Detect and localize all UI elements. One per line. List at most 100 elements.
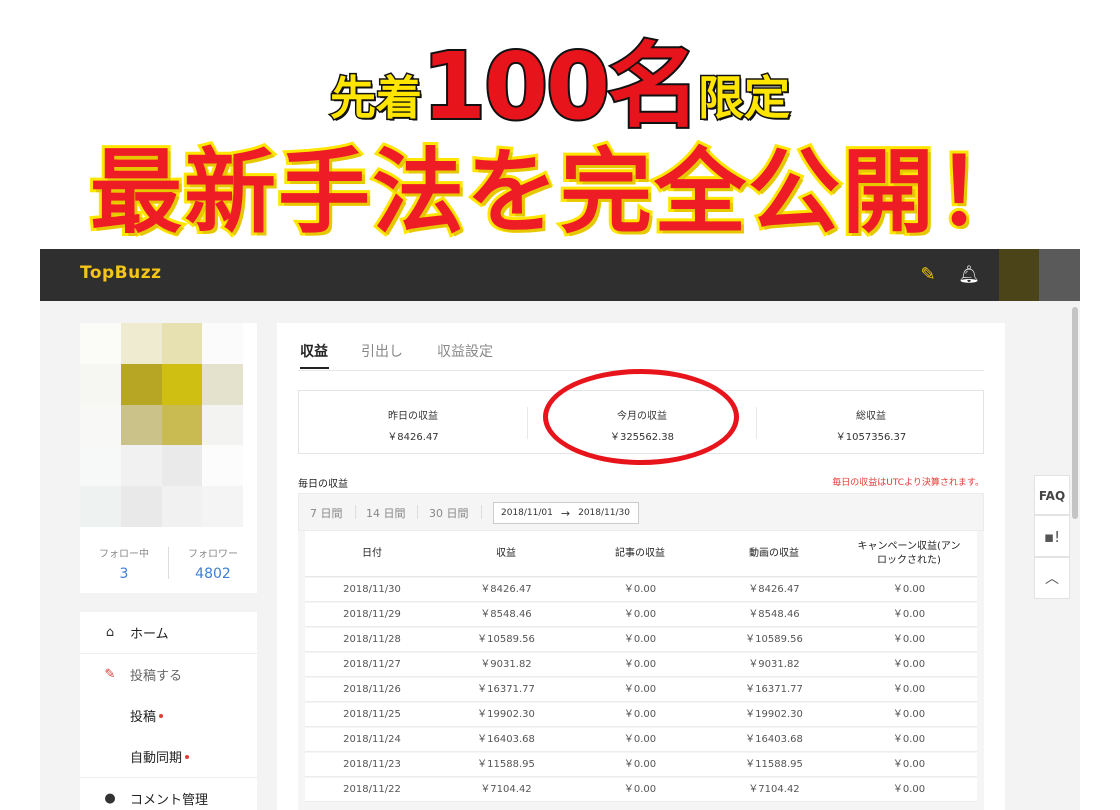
table-row: 2018/11/26 ￥16371.77 ￥0.00 ￥16371.77 ￥0.00 — [305, 678, 977, 702]
tab-revenue-settings[interactable]: 収益設定 — [437, 341, 493, 361]
col-campaign-revenue: キャンペーン収益(アンロックされた) — [857, 541, 961, 566]
table-row: 2018/11/27 ￥9031.82 ￥0.00 ￥9031.82 ￥0.00 — [305, 653, 977, 677]
highlight-circle — [543, 369, 739, 465]
cell-video-revenue: ￥16403.68 — [745, 734, 803, 745]
cell-video-revenue: ￥19902.30 — [745, 709, 803, 720]
cell-campaign-revenue: ￥0.00 — [892, 609, 926, 620]
cell-revenue: ￥7104.42 — [480, 784, 532, 795]
cell-video-revenue: ￥8548.46 — [748, 609, 800, 620]
cell-campaign-revenue: ￥0.00 — [892, 684, 926, 695]
side-navigation: ⌂ ホーム ✎ 投稿する 投稿 自動同期 ● コメント管理 — [80, 612, 257, 810]
nav-item-home[interactable]: ⌂ ホーム — [80, 612, 257, 653]
cell-campaign-revenue: ￥0.00 — [892, 734, 926, 745]
following-label: フォロー中 — [99, 549, 149, 560]
filter-divider — [417, 505, 418, 519]
nav-post-label: 投稿する — [130, 669, 183, 684]
feedback-icon[interactable]: ▪︎! — [1034, 515, 1070, 557]
cell-date: 2018/11/27 — [343, 659, 401, 670]
table-row: 2018/11/29 ￥8548.46 ￥0.00 ￥8548.46 ￥0.00 — [305, 603, 977, 627]
cell-revenue: ￥11588.95 — [477, 759, 535, 770]
cell-campaign-revenue: ￥0.00 — [892, 659, 926, 670]
filter-30-days[interactable]: 30 日間 — [429, 505, 469, 521]
col-revenue: 収益 — [496, 548, 516, 559]
pencil-icon: ✎ — [104, 667, 116, 682]
daily-revenue-table: 日付 収益 記事の収益 動画の収益 キャンペーン収益(アンロックされた) 201… — [298, 531, 984, 810]
followers-stat[interactable]: フォロワー 4802 — [169, 545, 257, 582]
cell-video-revenue: ￥11588.95 — [745, 759, 803, 770]
col-article-revenue: 記事の収益 — [615, 548, 665, 559]
nav-item-comments[interactable]: ● コメント管理 — [80, 778, 257, 810]
profile-card: フォロー中 3 フォロワー 4802 — [80, 323, 257, 593]
cell-date: 2018/11/22 — [343, 784, 401, 795]
daily-revenue-title: 毎日の収益 — [298, 479, 348, 490]
cell-article-revenue: ￥0.00 — [623, 684, 657, 695]
avatar[interactable] — [999, 249, 1039, 301]
filter-7-days[interactable]: 7 日間 — [310, 505, 343, 521]
cell-campaign-revenue: ￥0.00 — [892, 784, 926, 795]
filter-divider — [355, 505, 356, 519]
nav-item-posts[interactable]: 投稿 — [80, 695, 257, 736]
total-value: ￥1057356.37 — [835, 432, 907, 443]
filter-divider — [481, 505, 482, 519]
cell-article-revenue: ￥0.00 — [623, 584, 657, 595]
table-row: 2018/11/24 ￥16403.68 ￥0.00 ￥16403.68 ￥0.00 — [305, 728, 977, 752]
cell-video-revenue: ￥9031.82 — [748, 659, 800, 670]
cell-campaign-revenue: ￥0.00 — [892, 584, 926, 595]
revenue-panel: 収益 引出し 収益設定 昨日の収益 ￥8426.47 今月の収益 ￥325562… — [277, 323, 1005, 810]
yesterday-value: ￥8426.47 — [387, 432, 439, 443]
cell-article-revenue: ￥0.00 — [623, 784, 657, 795]
comment-icon: ● — [104, 791, 116, 806]
filter-14-days[interactable]: 14 日間 — [366, 505, 406, 521]
cell-campaign-revenue: ￥0.00 — [892, 634, 926, 645]
cell-campaign-revenue: ￥0.00 — [892, 759, 926, 770]
cell-revenue: ￥19902.30 — [477, 709, 535, 720]
cell-article-revenue: ￥0.00 — [623, 734, 657, 745]
promo-headline-2: 最新手法を完全公開！ — [87, 136, 1031, 249]
cell-date: 2018/11/29 — [343, 609, 401, 620]
active-tab-indicator — [300, 367, 329, 369]
cell-campaign-revenue: ￥0.00 — [892, 709, 926, 720]
cell-article-revenue: ￥0.00 — [623, 709, 657, 720]
cell-video-revenue: ￥10589.56 — [745, 634, 803, 645]
col-video-revenue: 動画の収益 — [749, 548, 799, 559]
nav-item-post[interactable]: ✎ 投稿する — [80, 654, 257, 695]
scrollbar-thumb[interactable] — [1072, 307, 1078, 519]
total-label: 総収益 — [856, 411, 886, 422]
date-from: 2018/11/01 — [501, 508, 553, 518]
promo-banner: 先着100名限定 最新手法を完全公開！ — [0, 0, 1120, 249]
cell-article-revenue: ￥0.00 — [623, 609, 657, 620]
avatar-edge — [1039, 249, 1080, 301]
following-stat[interactable]: フォロー中 3 — [80, 545, 168, 582]
cell-video-revenue: ￥8426.47 — [748, 584, 800, 595]
cell-revenue: ￥8548.46 — [480, 609, 532, 620]
tab-withdraw[interactable]: 引出し — [361, 341, 403, 361]
cell-date: 2018/11/24 — [343, 734, 401, 745]
utc-settlement-note: 毎日の収益はUTCより決算されます。 — [832, 478, 984, 488]
table-row: 2018/11/25 ￥19902.30 ￥0.00 ￥19902.30 ￥0.00 — [305, 703, 977, 727]
nav-item-auto-sync[interactable]: 自動同期 — [80, 736, 257, 777]
cell-video-revenue: ￥7104.42 — [748, 784, 800, 795]
top-navigation-bar: TopBuzz ✎ 🔔︎ — [40, 249, 1080, 301]
col-date: 日付 — [362, 548, 382, 559]
date-range-picker[interactable]: 2018/11/01 → 2018/11/30 — [493, 502, 639, 524]
cell-revenue: ￥8426.47 — [480, 584, 532, 595]
nav-comments-label: コメント管理 — [130, 793, 209, 808]
cell-date: 2018/11/23 — [343, 759, 401, 770]
nav-auto-sync-label: 自動同期 — [130, 751, 183, 766]
cell-video-revenue: ￥16371.77 — [745, 684, 803, 695]
pencil-icon[interactable]: ✎ — [916, 263, 940, 287]
promo-suffix: 限定 — [697, 70, 792, 127]
table-header: 日付 収益 記事の収益 動画の収益 キャンペーン収益(アンロックされた) — [305, 531, 977, 577]
chevron-up-icon[interactable]: ︿ — [1034, 557, 1070, 599]
followers-count[interactable]: 4802 — [169, 566, 257, 582]
date-filter-bar: 7 日間 14 日間 30 日間 2018/11/01 → 2018/11/30 — [298, 493, 984, 531]
page-scrollbar[interactable] — [1071, 301, 1080, 810]
cell-date: 2018/11/28 — [343, 634, 401, 645]
following-count[interactable]: 3 — [80, 566, 168, 582]
summary-total: 総収益 ￥1057356.37 — [757, 407, 985, 443]
cell-revenue: ￥16371.77 — [477, 684, 535, 695]
tab-revenue[interactable]: 収益 — [300, 341, 328, 361]
bell-icon[interactable]: 🔔︎ — [957, 263, 981, 287]
app-logo[interactable]: TopBuzz — [80, 263, 162, 283]
faq-button[interactable]: FAQ — [1034, 475, 1070, 515]
